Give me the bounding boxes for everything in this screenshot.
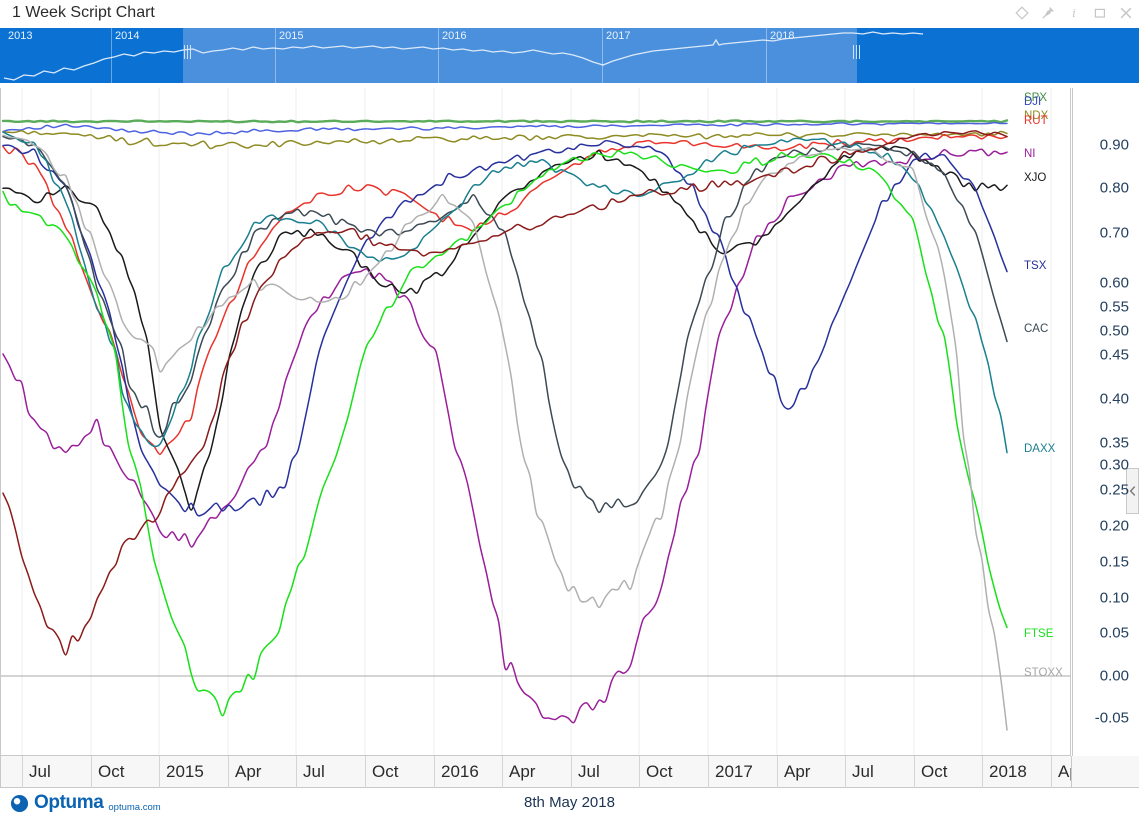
chart-series-line-cac: [3, 137, 1007, 513]
y-axis-tick: 0.10: [1100, 590, 1129, 607]
y-axis-tick: 0.25: [1100, 482, 1129, 499]
x-axis-tick: 2018: [982, 756, 1051, 788]
x-axis-tick: Jul: [845, 756, 914, 788]
navigator-year-label: 2018: [766, 30, 794, 42]
maximize-icon[interactable]: [1093, 6, 1107, 20]
x-axis-tick: Jul: [571, 756, 639, 788]
navigator-right-handle[interactable]: [852, 28, 861, 83]
x-axis: JulOct2015AprJulOct2016AprJulOct2017AprJ…: [0, 756, 1071, 788]
y-axis-tick: 0.80: [1100, 180, 1129, 197]
chart-series-line-spx: [3, 120, 1007, 122]
y-axis-tick: 0.20: [1100, 518, 1129, 535]
x-axis-tick: Oct: [91, 756, 159, 788]
chart-lines-svg: [1, 88, 1071, 755]
x-axis-tick: Oct: [914, 756, 982, 788]
y-axis-tick: 0.30: [1100, 457, 1129, 474]
footer-bar: Optuma optuma.com 8th May 2018: [0, 789, 1139, 819]
navigator-year-label: 2014: [111, 30, 139, 42]
navigator-year-label: 2016: [438, 30, 466, 42]
x-axis-tick: Apr: [1051, 756, 1071, 788]
navigator-sparkline: [0, 28, 1139, 83]
chart-series-line-daxx: [3, 132, 1007, 453]
y-axis-tick: 0.05: [1100, 625, 1129, 642]
y-axis-tick: 0.35: [1100, 435, 1129, 452]
shape-diamond-icon[interactable]: [1015, 6, 1029, 20]
close-icon[interactable]: [1119, 6, 1133, 20]
chart-series-line-rut: [3, 135, 1007, 455]
chart-plot-area[interactable]: [0, 88, 1071, 756]
y-axis: 0.90 0.80 0.70 0.60 0.55 0.50 0.45 0.40 0.35 0.30…: [1072, 88, 1139, 756]
y-axis-tick: -0.05: [1095, 710, 1129, 727]
x-axis-tick: 2016: [434, 756, 502, 788]
y-axis-tick: 0.55: [1100, 299, 1129, 316]
x-axis-corner: [1071, 756, 1139, 788]
chart-series-line-ftse: [3, 151, 1007, 716]
navigator-year-label: 2017: [602, 30, 630, 42]
x-axis-tick: Apr: [777, 756, 845, 788]
y-axis-tick: 0.60: [1100, 275, 1129, 292]
y-axis-tick: 0.50: [1100, 323, 1129, 340]
y-axis-tick: 0.70: [1100, 225, 1129, 242]
y-axis-tick: 0.00: [1100, 668, 1129, 685]
chart-series-line-ndx: [3, 131, 1007, 149]
pin-icon[interactable]: [1041, 6, 1055, 20]
svg-text:i: i: [1072, 7, 1076, 20]
x-axis-tick: Jul: [22, 756, 91, 788]
script-chart-window: 1 Week Script Chart i: [0, 0, 1139, 819]
x-axis-tick: Jul: [296, 756, 365, 788]
window-title-bar: 1 Week Script Chart i: [0, 0, 1139, 27]
navigator-left-handle[interactable]: [183, 28, 192, 83]
y-axis-tick: 0.45: [1100, 347, 1129, 364]
y-axis-tick: 0.40: [1100, 391, 1129, 408]
y-axis-tick: 0.15: [1100, 554, 1129, 571]
chart-date: 8th May 2018: [0, 794, 1139, 811]
x-axis-tick: Oct: [365, 756, 434, 788]
chart-series-line-ni: [3, 149, 1007, 723]
date-range-navigator[interactable]: 2013 2014 2015 2016 2017 2018: [0, 28, 1139, 83]
navigator-year-label: 2013: [4, 30, 32, 42]
x-axis-tick: Apr: [228, 756, 296, 788]
info-icon[interactable]: i: [1067, 6, 1081, 20]
chart-series-line-dark-red: [3, 131, 1007, 655]
y-axis-tick: 0.90: [1100, 137, 1129, 154]
navigator-year-label: 2015: [275, 30, 303, 42]
page-title: 1 Week Script Chart: [12, 4, 155, 22]
x-axis-tick: Oct: [639, 756, 708, 788]
x-axis-tick: Apr: [502, 756, 571, 788]
x-axis-tick: 2015: [159, 756, 228, 788]
chart-series-line-xjo: [3, 147, 1007, 510]
window-control-icons: i: [1015, 4, 1133, 22]
x-axis-tick: 2017: [708, 756, 777, 788]
